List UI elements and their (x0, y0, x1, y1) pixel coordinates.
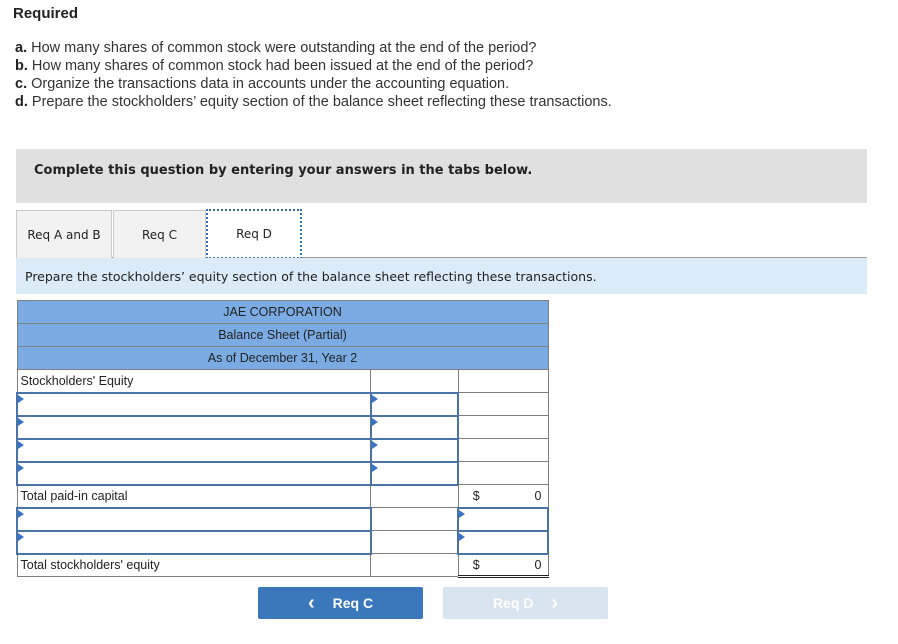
amount-input[interactable] (457, 529, 549, 555)
account-input[interactable] (16, 437, 372, 463)
tab-bar: Req A and B Req C Req D (16, 209, 867, 259)
account-input[interactable] (16, 506, 372, 532)
table-row (16, 391, 549, 417)
prompt-bar: Prepare the stockholders’ equity section… (16, 258, 867, 294)
table-row (16, 414, 549, 440)
tab-req-a-and-b[interactable]: Req A and B (16, 210, 112, 258)
company-name: JAE CORPORATION (16, 300, 549, 324)
account-input[interactable] (16, 529, 372, 555)
table-row (16, 506, 549, 532)
statement-date: As of December 31, Year 2 (16, 346, 549, 370)
next-button-label: Req D (492, 595, 534, 611)
next-req-d-button[interactable]: Req D › (443, 587, 608, 619)
questions-list: a. How many shares of common stock were … (15, 39, 612, 111)
prev-req-c-button[interactable]: ‹ Req C (258, 587, 423, 619)
account-input[interactable] (16, 391, 372, 417)
tab-req-d[interactable]: Req D (206, 209, 302, 259)
amount-input[interactable] (369, 437, 460, 463)
total-paid-in-label: Total paid-in capital (16, 484, 372, 508)
prompt-text: Prepare the stockholders’ equity section… (25, 269, 597, 284)
instruction-banner: Complete this question by entering your … (16, 149, 867, 203)
required-title: Required (13, 5, 79, 22)
total-equity-value: 0 (534, 557, 542, 572)
statement-title: Balance Sheet (Partial) (16, 323, 549, 347)
instruction-text: Complete this question by entering your … (34, 163, 533, 178)
tab-req-c[interactable]: Req C (113, 210, 206, 258)
amount-input[interactable] (369, 414, 460, 440)
total-paid-in-value: 0 (534, 488, 542, 503)
currency-symbol: $ (472, 488, 480, 503)
chevron-right-icon: › (551, 591, 559, 614)
amount-input[interactable] (369, 391, 460, 417)
table-row (16, 437, 549, 463)
prev-button-label: Req C (332, 595, 374, 611)
total-equity-label: Total stockholders' equity (16, 553, 372, 577)
question-c: c. Organize the transactions data in acc… (15, 76, 510, 92)
amount-input[interactable] (369, 460, 460, 486)
table-row (16, 460, 549, 486)
account-input[interactable] (16, 414, 372, 440)
table-row (16, 529, 549, 555)
balance-sheet-table: JAE CORPORATION Balance Sheet (Partial) … (16, 300, 549, 578)
total-equity-row: Total stockholders' equity $0 (16, 552, 549, 578)
question-d: d. Prepare the stockholders’ equity sect… (15, 94, 612, 110)
section-row: Stockholders' Equity (16, 369, 549, 393)
account-input[interactable] (16, 460, 372, 486)
currency-symbol: $ (472, 557, 480, 572)
question-a: a. How many shares of common stock were … (15, 40, 537, 56)
question-b: b. How many shares of common stock had b… (15, 58, 534, 74)
total-paid-in-row: Total paid-in capital $0 (16, 483, 549, 508)
chevron-left-icon: ‹ (307, 591, 315, 614)
amount-input[interactable] (457, 506, 549, 532)
section-label: Stockholders' Equity (16, 369, 372, 393)
